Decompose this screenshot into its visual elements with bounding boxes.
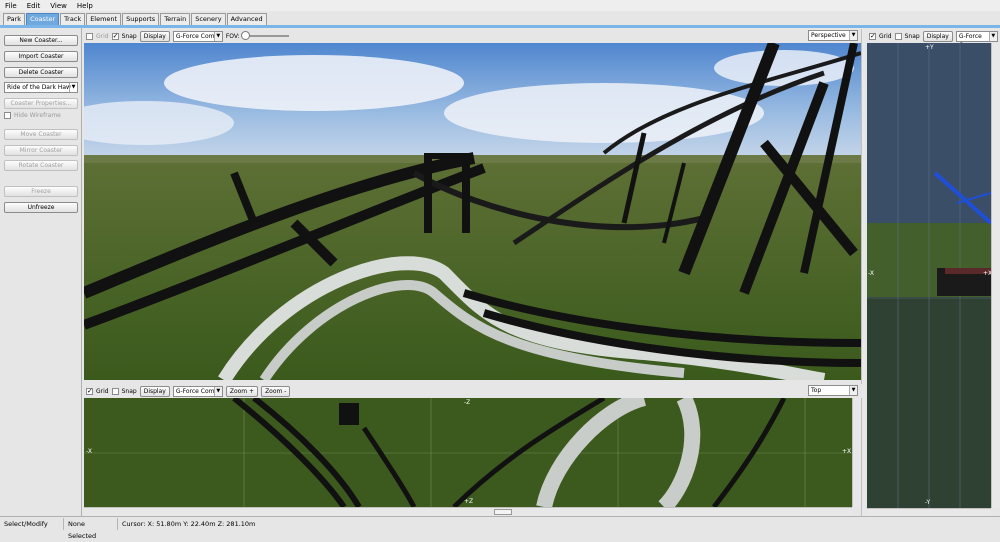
coaster-properties-button[interactable]: Coaster Properties...	[4, 98, 78, 109]
mirror-coaster-button[interactable]: Mirror Coaster	[4, 145, 78, 156]
tab-track[interactable]: Track	[60, 13, 86, 25]
top-grid-checkbox[interactable]	[86, 387, 93, 395]
main-gforce-select[interactable]: G-Force Com ▼	[172, 30, 223, 42]
side-display-button[interactable]: Display	[922, 30, 953, 42]
chevron-down-icon: ▼	[69, 83, 77, 92]
side-snap-label: Snap	[904, 32, 920, 40]
side-viewport[interactable]: +Y -Y -X +X	[867, 43, 991, 508]
menu-bar: File Edit View Help	[0, 0, 1000, 11]
projection-value: Perspective	[811, 32, 846, 39]
coaster-panel: New Coaster... Import Coaster Delete Coa…	[0, 28, 82, 516]
status-bar: Select/Modify None Selected Cursor: X: 5…	[0, 516, 1000, 540]
rotate-coaster-button[interactable]: Rotate Coaster	[4, 160, 78, 171]
axis-neg-x-label: -X	[86, 448, 92, 455]
side-scene	[867, 43, 991, 508]
import-coaster-button[interactable]: Import Coaster	[4, 51, 78, 62]
top-gforce-value: G-Force Com	[175, 387, 215, 395]
top-projection-value: Top	[811, 387, 822, 394]
delete-coaster-button[interactable]: Delete Coaster	[4, 67, 78, 78]
fov-slider[interactable]	[240, 31, 289, 40]
tab-terrain[interactable]: Terrain	[160, 13, 191, 25]
side-view-hscroll[interactable]	[867, 508, 991, 516]
top-view-hscroll-thumb[interactable]	[494, 509, 512, 515]
hide-wireframe-checkbox[interactable]	[4, 112, 11, 119]
chevron-down-icon: ▼	[213, 386, 222, 396]
tab-supports[interactable]: Supports	[122, 13, 160, 25]
zoom-in-button[interactable]: Zoom +	[225, 385, 259, 397]
top-snap-checkbox[interactable]	[111, 387, 119, 395]
perspective-scene	[84, 43, 861, 380]
coaster-select[interactable]: Ride of the Dark Haw ▼	[4, 82, 78, 93]
menu-view[interactable]: View	[45, 2, 72, 10]
fov-slider-knob[interactable]	[240, 31, 250, 40]
top-scene	[84, 398, 852, 507]
top-display-button[interactable]: Display	[139, 385, 170, 397]
status-cursor: Cursor: X: 51.80m Y: 22.40m Z: 281.10m	[122, 519, 256, 528]
tab-underline	[0, 25, 1000, 28]
side-snap-checkbox[interactable]	[894, 32, 902, 40]
main-gforce-value: G-Force Com	[175, 32, 215, 40]
top-snap-label: Snap	[121, 387, 137, 395]
chevron-down-icon: ▼	[849, 31, 857, 40]
axis-neg-y-label: -Y	[925, 499, 931, 506]
menu-help[interactable]: Help	[72, 2, 98, 10]
axis-neg-x-label: -X	[868, 270, 874, 277]
coaster-select-value: Ride of the Dark Haw	[7, 84, 71, 91]
axis-neg-z-label: -Z	[464, 399, 471, 406]
top-projection-select[interactable]: Top ▼	[808, 385, 858, 396]
side-grid-label: Grid	[879, 32, 892, 40]
top-gforce-select[interactable]: G-Force Com ▼	[172, 385, 223, 397]
top-view-toolbar: Grid Snap Display G-Force Com▼ Zoom + Zo…	[83, 384, 862, 398]
tab-scenery[interactable]: Scenery	[191, 13, 226, 25]
tab-park[interactable]: Park	[3, 13, 26, 25]
main-display-button[interactable]: Display	[139, 30, 170, 42]
chevron-down-icon: ▼	[213, 31, 222, 41]
side-view-toolbar: Grid Snap Display G-Force Com▼	[866, 29, 1000, 49]
menu-file[interactable]: File	[0, 2, 22, 10]
unfreeze-button[interactable]: Unfreeze	[4, 202, 78, 213]
side-view-vscroll[interactable]	[991, 43, 1000, 508]
main-view-divider	[861, 29, 865, 516]
tab-element[interactable]: Element	[86, 13, 122, 25]
axis-pos-x-label: +X	[842, 448, 852, 455]
tab-bar: Park Coaster Track Element Supports Terr…	[0, 11, 1000, 25]
fov-label: FOV:	[225, 32, 240, 40]
zoom-out-button[interactable]: Zoom -	[261, 385, 291, 397]
freeze-button[interactable]: Freeze	[4, 186, 78, 197]
new-coaster-button[interactable]: New Coaster...	[4, 35, 78, 46]
chevron-down-icon: ▼	[849, 386, 857, 395]
axis-pos-z-label: +Z	[464, 498, 474, 505]
top-view-vscroll[interactable]	[852, 398, 861, 507]
status-mode: Select/Modify	[0, 517, 64, 530]
perspective-viewport[interactable]	[84, 43, 861, 380]
tab-advanced[interactable]: Advanced	[226, 13, 267, 25]
move-coaster-button[interactable]: Move Coaster	[4, 129, 78, 140]
main-snap-checkbox[interactable]	[111, 32, 119, 40]
chevron-down-icon: ▼	[988, 31, 997, 41]
top-grid-label: Grid	[96, 387, 109, 395]
side-gforce-select[interactable]: G-Force Com▼	[955, 30, 998, 49]
tab-coaster[interactable]: Coaster	[26, 13, 60, 25]
status-selection: None Selected	[64, 517, 118, 540]
menu-edit[interactable]: Edit	[22, 2, 46, 10]
main-view-toolbar: Grid Snap Display G-Force Com▼ FOV: Pers…	[83, 29, 862, 43]
main-grid-checkbox[interactable]	[86, 32, 93, 40]
main-grid-label: Grid	[96, 32, 109, 40]
top-viewport[interactable]: -Z +Z -X +X	[84, 398, 852, 507]
main-snap-label: Snap	[121, 32, 137, 40]
hide-wireframe-label: Hide Wireframe	[14, 112, 61, 119]
side-grid-checkbox[interactable]	[869, 32, 876, 40]
top-view-hscroll[interactable]	[84, 507, 852, 516]
axis-pos-y-label: +Y	[925, 44, 934, 51]
hide-wireframe-option[interactable]: Hide Wireframe	[4, 112, 61, 119]
axis-pos-x-label: +X	[983, 270, 991, 277]
projection-select[interactable]: Perspective ▼	[808, 30, 858, 41]
